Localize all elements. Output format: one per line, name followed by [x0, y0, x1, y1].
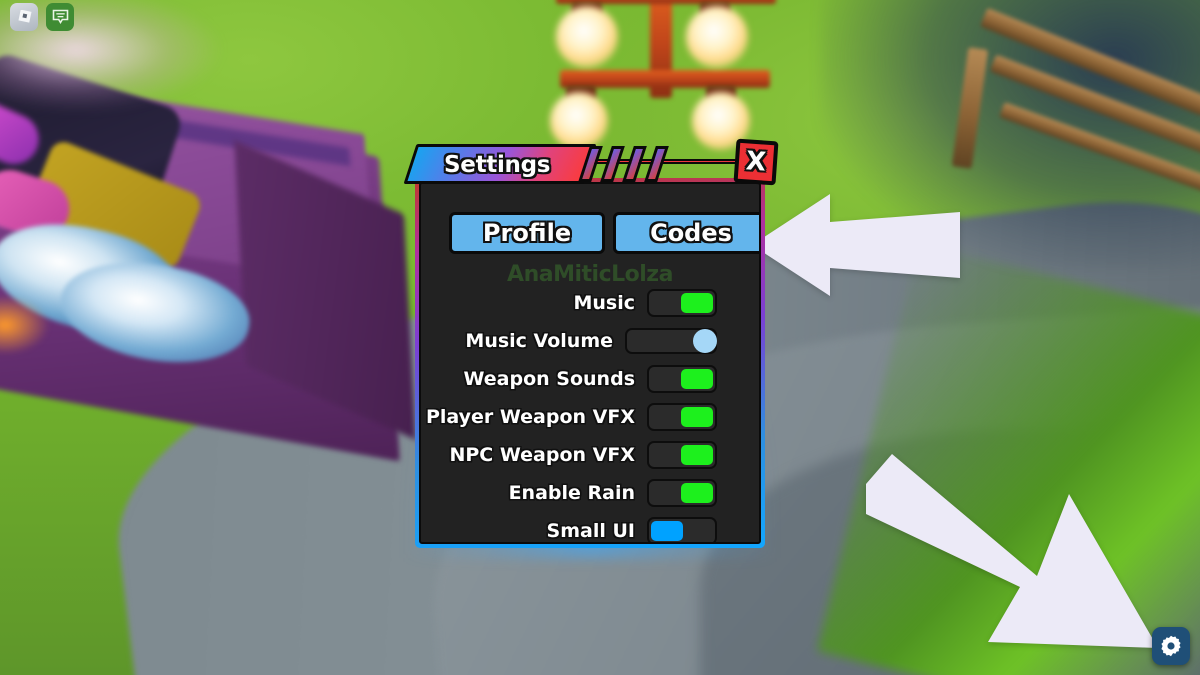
header-stripe-3: [622, 146, 647, 182]
roblox-logo-button[interactable]: [10, 3, 38, 31]
settings-rows: Music Music Volume Weapon Sounds Player …: [421, 284, 759, 542]
settings-row: Player Weapon VFX: [421, 398, 759, 436]
row-label: NPC Weapon VFX: [449, 444, 635, 466]
orange-glow: [0, 295, 50, 355]
tab-codes-label: Codes: [650, 219, 732, 247]
row-label: Player Weapon VFX: [425, 406, 635, 428]
gear-icon: [1161, 635, 1181, 657]
tab-bar: Profile Codes: [449, 212, 759, 254]
close-label: X: [744, 146, 768, 178]
lantern-bulb-1: [556, 6, 618, 68]
lantern-bulb-2: [686, 6, 748, 68]
toggle-knob: [681, 407, 713, 427]
slider-music-volume[interactable]: [625, 328, 717, 354]
panel-body: AnaMiticLolza Profile Codes Music Music …: [419, 182, 761, 544]
close-button[interactable]: X: [733, 138, 779, 186]
settings-row: NPC Weapon VFX: [421, 436, 759, 474]
toggle-weapon-sounds[interactable]: [647, 365, 717, 393]
toggle-knob: [681, 483, 713, 503]
panel-title: Settings: [444, 152, 551, 178]
toggle-small-ui[interactable]: [647, 517, 717, 542]
header-stripe-4: [644, 146, 669, 182]
slider-knob[interactable]: [693, 329, 717, 353]
row-label: Music Volume: [465, 330, 613, 352]
settings-row: Music Volume: [421, 322, 759, 360]
settings-row: Enable Rain: [421, 474, 759, 512]
toggle-knob: [681, 445, 713, 465]
chat-bubble-icon: [52, 9, 68, 25]
row-label: Enable Rain: [508, 482, 635, 504]
header-stripe-2: [600, 146, 625, 182]
toggle-knob: [681, 369, 713, 389]
row-label: Music: [573, 292, 635, 314]
roblox-icon: [17, 9, 32, 23]
settings-row: Music: [421, 284, 759, 322]
toggle-knob: [651, 521, 683, 541]
tab-codes[interactable]: Codes: [613, 212, 759, 254]
tab-profile-label: Profile: [482, 219, 572, 247]
row-label: Small UI: [546, 520, 635, 542]
toggle-knob: [681, 293, 713, 313]
toggle-enable-rain[interactable]: [647, 479, 717, 507]
arrow-pointing-to-codes-tab: [752, 194, 960, 296]
arrow-pointing-to-gear-button: [866, 454, 1158, 648]
lantern-bulb-3: [550, 92, 608, 150]
toggle-music[interactable]: [647, 289, 717, 317]
toggle-npc-weapon-vfx[interactable]: [647, 441, 717, 469]
tab-profile[interactable]: Profile: [449, 212, 605, 254]
settings-row: Weapon Sounds: [421, 360, 759, 398]
panel-header-banner: Settings: [403, 144, 770, 186]
settings-panel: AnaMiticLolza Profile Codes Music Music …: [403, 138, 779, 558]
chat-button[interactable]: [46, 3, 74, 31]
settings-row: Small UI: [421, 512, 759, 542]
row-label: Weapon Sounds: [463, 368, 635, 390]
toggle-player-weapon-vfx[interactable]: [647, 403, 717, 431]
settings-gear-button[interactable]: [1152, 627, 1190, 665]
